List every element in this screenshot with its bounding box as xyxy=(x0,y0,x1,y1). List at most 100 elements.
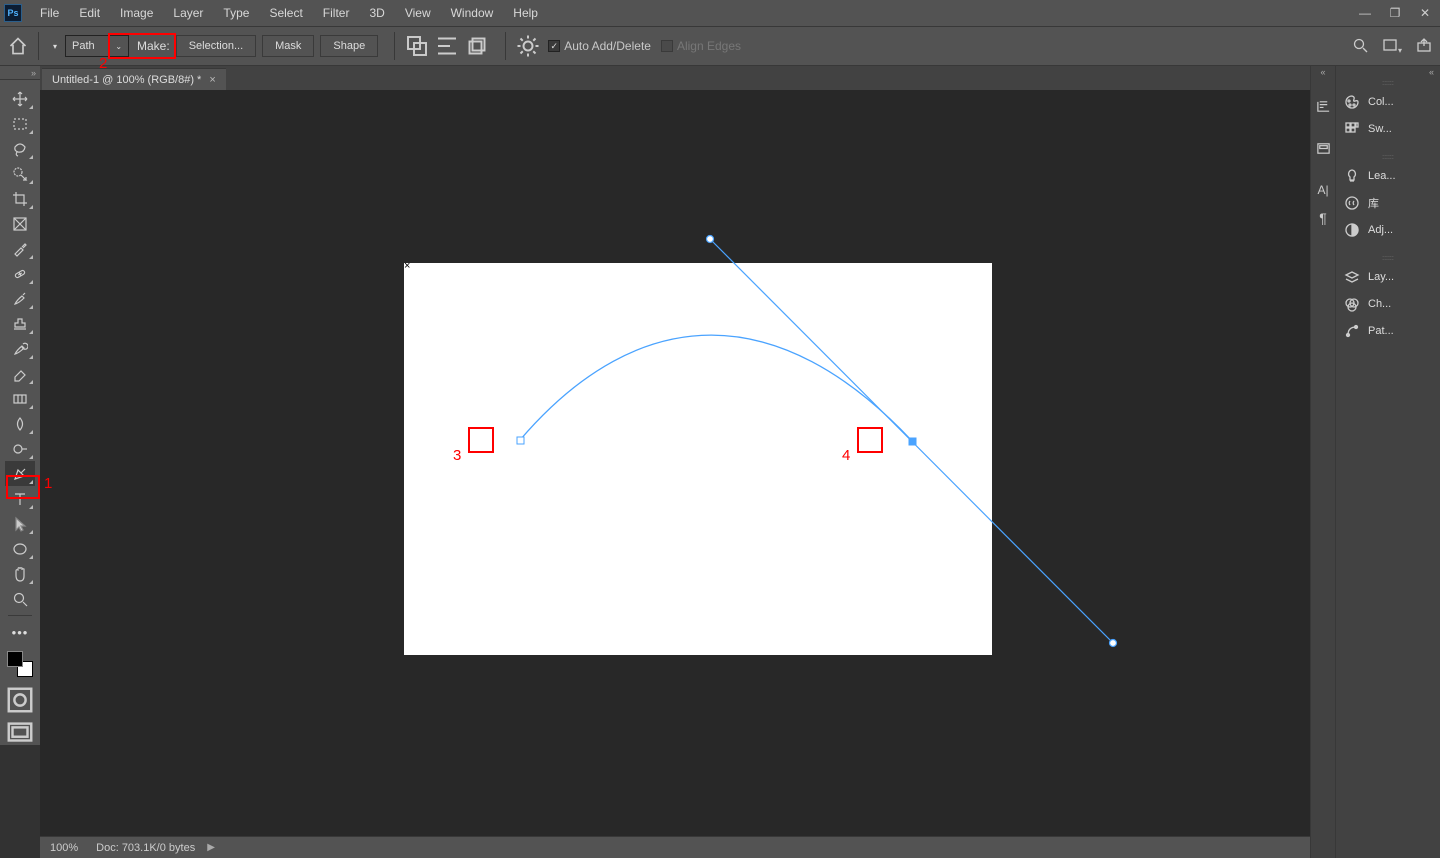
swatches-panel[interactable]: Sw... xyxy=(1336,115,1440,142)
zoom-level[interactable]: 100% xyxy=(50,842,78,854)
doc-layout-button[interactable]: ▾ xyxy=(1382,37,1402,56)
annotation-box-4 xyxy=(857,427,883,453)
screen-mode-button[interactable] xyxy=(5,720,35,745)
dodge-icon xyxy=(12,441,28,457)
status-flyout-button[interactable]: ▶ xyxy=(207,842,215,853)
properties-icon xyxy=(1316,99,1331,114)
path-arrange-button[interactable] xyxy=(465,34,489,58)
annotation-label-3: 3 xyxy=(453,447,461,464)
channels-panel[interactable]: Ch... xyxy=(1336,290,1440,317)
blur-tool[interactable] xyxy=(5,411,35,436)
share-button[interactable] xyxy=(1416,37,1432,56)
hand-tool[interactable] xyxy=(5,561,35,586)
path-gear-button[interactable] xyxy=(516,34,540,58)
toolbox-collapse[interactable]: » xyxy=(0,66,40,80)
ellipse-icon xyxy=(12,541,28,557)
healing-tool[interactable] xyxy=(5,261,35,286)
color-wells[interactable] xyxy=(5,649,35,679)
status-bar: 100% Doc: 703.1K/0 bytes ▶ xyxy=(40,836,1310,858)
window-controls: — ❐ ✕ xyxy=(1350,0,1440,26)
menu-window[interactable]: Window xyxy=(441,6,504,20)
minimize-button[interactable]: — xyxy=(1350,0,1380,26)
menu-edit[interactable]: Edit xyxy=(69,6,110,20)
history-brush-tool[interactable] xyxy=(5,336,35,361)
menu-3d[interactable]: 3D xyxy=(359,6,394,20)
eyedropper-tool[interactable] xyxy=(5,236,35,261)
path-select-tool[interactable] xyxy=(5,511,35,536)
mini-column-expand[interactable]: « xyxy=(1313,66,1333,78)
search-button[interactable] xyxy=(1352,37,1368,56)
make-shape-button[interactable]: Shape xyxy=(320,35,378,57)
zoom-tool[interactable] xyxy=(5,586,35,611)
color-panel[interactable]: Col... xyxy=(1336,88,1440,115)
paths-panel[interactable]: Pat... xyxy=(1336,317,1440,344)
brush-tool[interactable] xyxy=(5,286,35,311)
menu-image[interactable]: Image xyxy=(110,6,163,20)
close-tab-button[interactable]: × xyxy=(209,74,215,86)
menu-filter[interactable]: Filter xyxy=(313,6,360,20)
quick-select-tool[interactable] xyxy=(5,161,35,186)
right-mini-column: « A| ¶ xyxy=(1310,66,1335,858)
close-button[interactable]: ✕ xyxy=(1410,0,1440,26)
marquee-tool[interactable] xyxy=(5,111,35,136)
cc-libraries-panel-button[interactable] xyxy=(1311,134,1336,162)
move-tool[interactable] xyxy=(5,86,35,111)
menu-view[interactable]: View xyxy=(395,6,441,20)
character-panel-button[interactable]: A| xyxy=(1311,176,1336,204)
doc-info[interactable]: Doc: 703.1K/0 bytes xyxy=(96,842,195,854)
libraries-panel[interactable]: 库 xyxy=(1336,189,1440,216)
paths-icon xyxy=(1344,323,1360,339)
cc-icon xyxy=(1344,195,1360,211)
frame-tool[interactable] xyxy=(5,211,35,236)
move-icon xyxy=(12,91,28,107)
gear-icon xyxy=(516,34,540,58)
quick-mask-button[interactable] xyxy=(5,687,35,712)
menu-type[interactable]: Type xyxy=(213,6,259,20)
channels-icon xyxy=(1344,296,1360,312)
swatches-icon xyxy=(1344,121,1360,137)
menu-help[interactable]: Help xyxy=(503,6,548,20)
document-tab[interactable]: Untitled-1 @ 100% (RGB/8#) * × xyxy=(42,68,226,90)
menu-select[interactable]: Select xyxy=(259,6,312,20)
annotation-box-1 xyxy=(6,475,40,499)
healing-icon xyxy=(12,266,28,282)
annotation-label-2: 2 xyxy=(99,55,107,72)
gradient-tool[interactable] xyxy=(5,386,35,411)
edit-toolbar-button[interactable]: ••• xyxy=(5,620,35,645)
maximize-button[interactable]: ❐ xyxy=(1380,0,1410,26)
make-selection-button[interactable]: Selection... xyxy=(176,35,256,57)
path-operations-button[interactable] xyxy=(405,34,429,58)
arrange-icon xyxy=(465,34,489,58)
canvas-area[interactable]: × 3 4 xyxy=(40,90,1310,836)
bulb-icon xyxy=(1344,168,1360,184)
auto-add-delete-checkbox[interactable]: ✓ Auto Add/Delete xyxy=(548,39,651,53)
properties-panel-button[interactable] xyxy=(1311,92,1336,120)
dodge-tool[interactable] xyxy=(5,436,35,461)
checkbox-checked-icon: ✓ xyxy=(548,40,560,52)
current-tool-indicator[interactable]: ▾ xyxy=(49,42,57,51)
panel-label: Sw... xyxy=(1368,123,1392,135)
panel-label: Col... xyxy=(1368,96,1394,108)
foreground-color-well[interactable] xyxy=(7,651,23,667)
path-align-button[interactable] xyxy=(435,34,459,58)
menu-layer[interactable]: Layer xyxy=(163,6,213,20)
home-button[interactable] xyxy=(8,37,28,55)
layers-panel[interactable]: Lay... xyxy=(1336,263,1440,290)
menu-file[interactable]: File xyxy=(30,6,69,20)
shape-tool[interactable] xyxy=(5,536,35,561)
adjustments-panel[interactable]: Adj... xyxy=(1336,216,1440,243)
canvas[interactable] xyxy=(404,263,992,655)
stamp-tool[interactable] xyxy=(5,311,35,336)
panels-expand[interactable]: « xyxy=(1336,66,1440,78)
eraser-tool[interactable] xyxy=(5,361,35,386)
panel-label: Adj... xyxy=(1368,224,1393,236)
paragraph-panel-button[interactable]: ¶ xyxy=(1311,204,1336,232)
learn-panel[interactable]: Lea... xyxy=(1336,162,1440,189)
panel-label: 库 xyxy=(1368,195,1379,211)
crop-tool[interactable] xyxy=(5,186,35,211)
stamp-icon xyxy=(12,316,28,332)
panel-label: Lay... xyxy=(1368,271,1394,283)
canvas-origin-marker: × xyxy=(404,260,410,272)
lasso-tool[interactable] xyxy=(5,136,35,161)
make-mask-button[interactable]: Mask xyxy=(262,35,314,57)
